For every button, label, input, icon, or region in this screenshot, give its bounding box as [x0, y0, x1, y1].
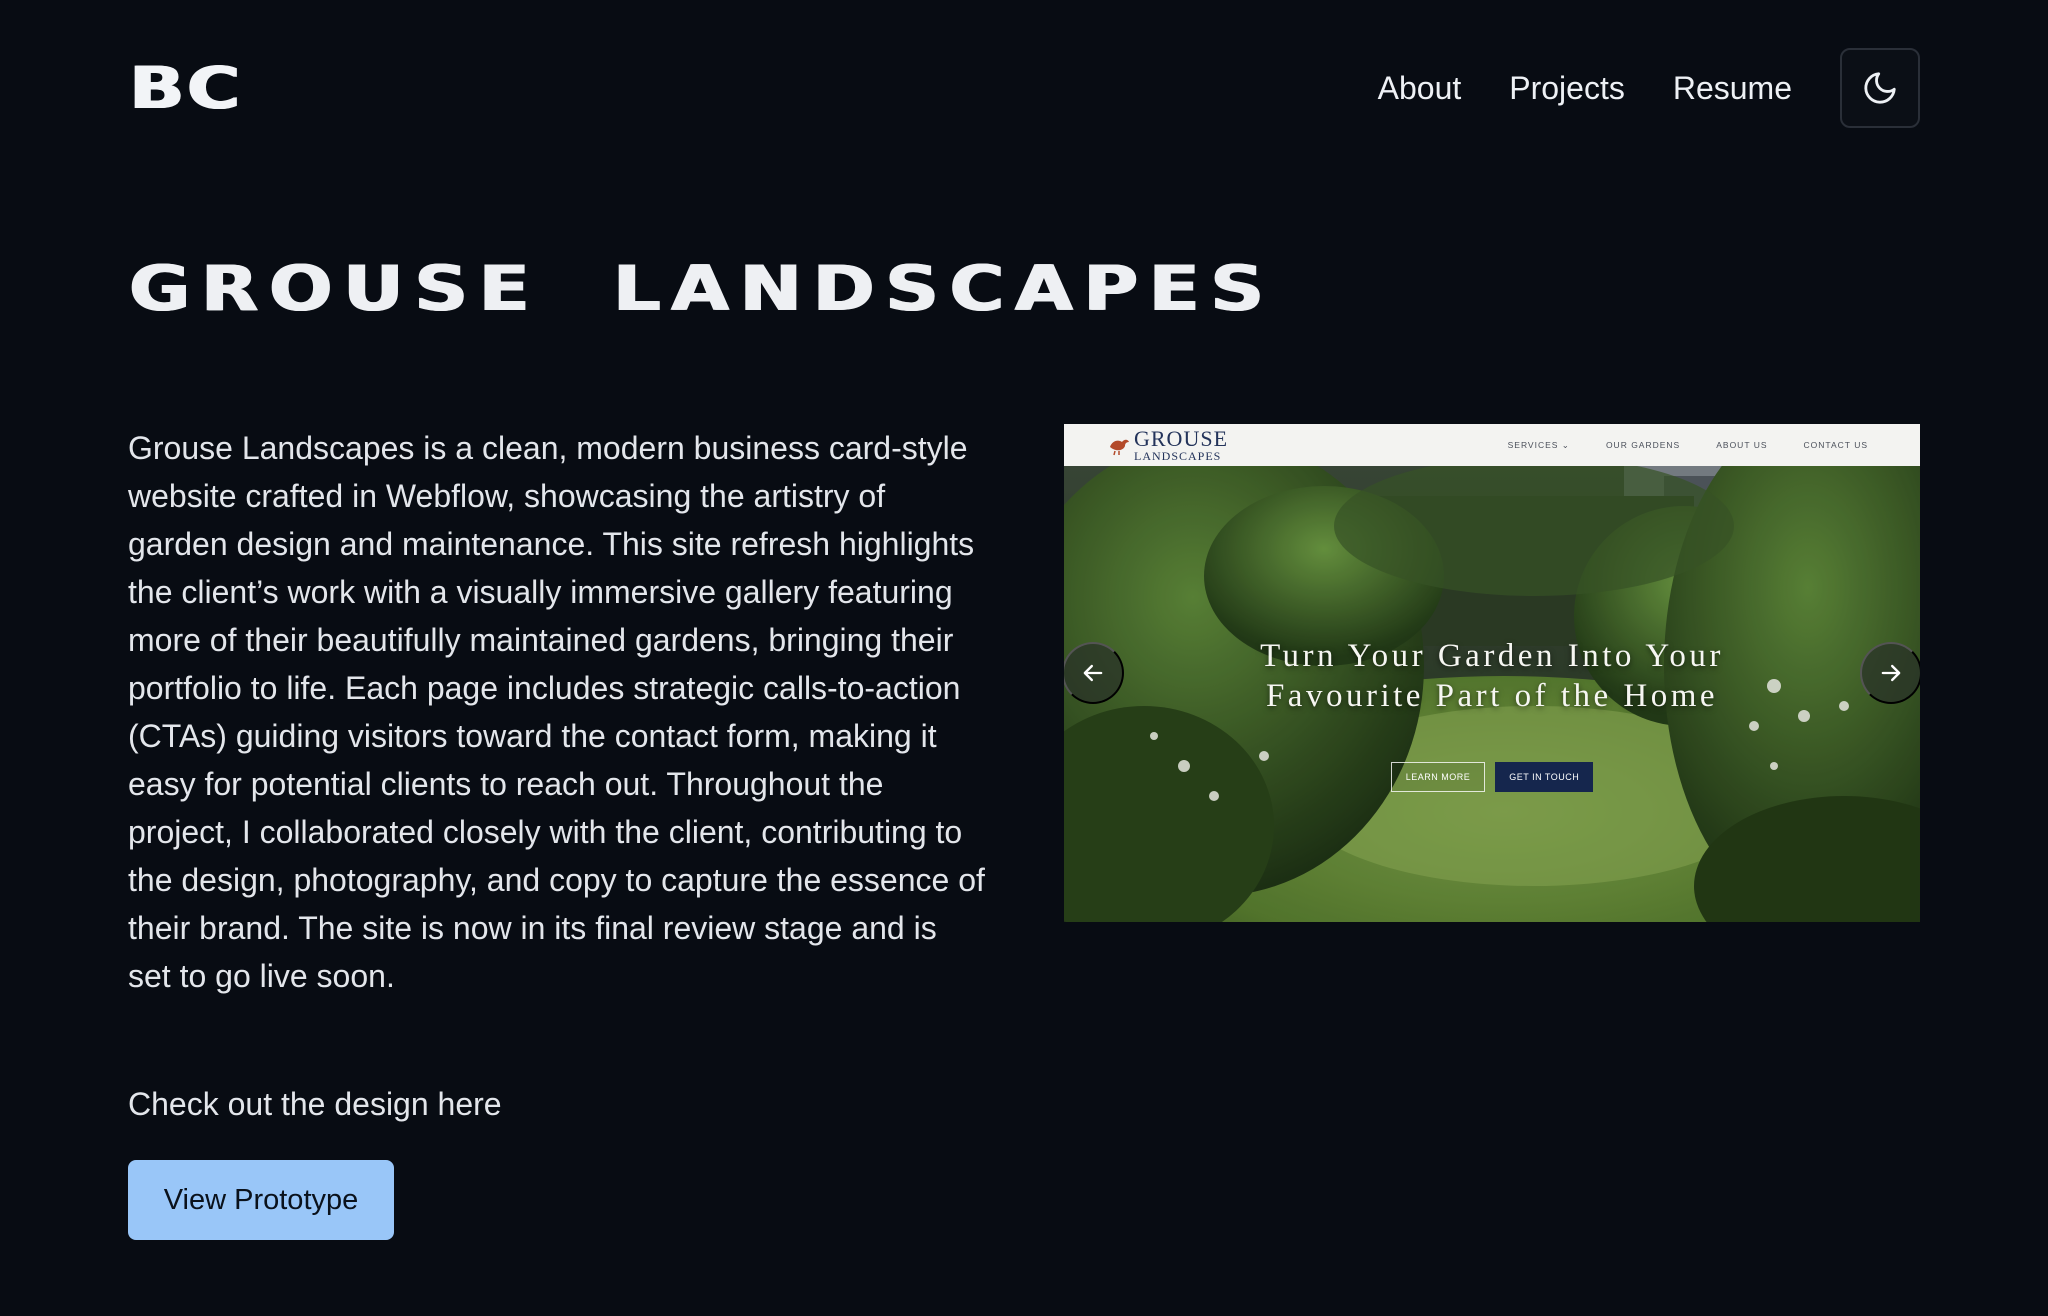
arrow-left-icon — [1083, 664, 1103, 682]
nav-resume[interactable]: Resume — [1673, 70, 1792, 107]
screenshot-headline-line1: Turn Your Garden Into Your — [1260, 638, 1724, 674]
screenshot-menu-about: ABOUT US — [1716, 439, 1768, 450]
screenshot-menu-services: SERVICES ⌄ — [1507, 439, 1570, 450]
screenshot-menu-contact: CONTACT US — [1803, 439, 1868, 450]
arrow-right-icon — [1881, 664, 1901, 682]
grouse-bird-icon — [1110, 439, 1129, 456]
screenshot-navbar: GROUSE LANDSCAPES SERVICES ⌄ OUR GARDENS… — [1064, 424, 1920, 466]
project-description: Grouse Landscapes is a clean, modern bus… — [128, 430, 985, 994]
screenshot-menu-gardens: OUR GARDENS — [1605, 439, 1681, 450]
nav-about[interactable]: About — [1378, 70, 1462, 107]
screenshot-hero-image: Turn Your Garden Into Your Favourite Par… — [1064, 424, 1920, 922]
screenshot-headline-line2: Favourite Part of the Home — [1265, 678, 1719, 714]
screenshot-get-in-touch-button: GET IN TOUCH — [1495, 762, 1594, 792]
project-title: GROUSE LANDSCAPES — [128, 252, 1274, 325]
nav-projects[interactable]: Projects — [1509, 70, 1625, 107]
carousel-next-button[interactable] — [1860, 642, 1920, 704]
site-header: BC About Projects Resume — [128, 48, 1920, 128]
cta-text: Check out the design here — [128, 1086, 502, 1122]
screenshot-headline: Turn Your Garden Into Your Favourite Par… — [1064, 636, 1920, 716]
project-carousel: GROUSE LANDSCAPES SERVICES ⌄ OUR GARDENS… — [1064, 424, 1920, 922]
moon-icon — [1864, 72, 1896, 104]
screenshot-logo-bottom: LANDSCAPES — [1134, 449, 1222, 463]
screenshot-learn-more-button: LEARN MORE — [1390, 762, 1486, 792]
view-prototype-button[interactable]: View Prototype — [128, 1160, 394, 1240]
screenshot-buttons: LEARN MORE GET IN TOUCH — [1064, 762, 1920, 792]
project-page: BC About Projects Resume GROUSE LANDSCAP… — [0, 0, 2048, 1316]
carousel-prev-button[interactable] — [1064, 642, 1124, 704]
site-logo[interactable]: BC — [128, 54, 241, 122]
theme-toggle-button[interactable] — [1840, 48, 1920, 128]
screenshot-logo-top: GROUSE — [1134, 426, 1229, 451]
screenshot-logo: GROUSE LANDSCAPES — [1106, 428, 1228, 462]
main-nav: About Projects Resume — [1330, 48, 1920, 128]
screenshot-menu: SERVICES ⌄ OUR GARDENS ABOUT US CONTACT … — [1472, 440, 1868, 451]
